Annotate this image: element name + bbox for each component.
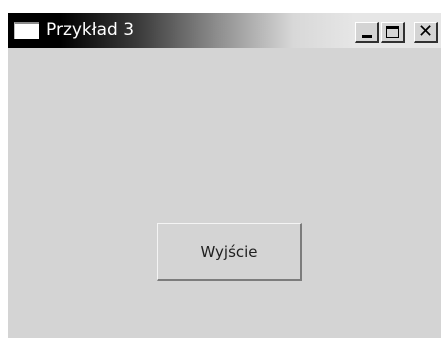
minimize-icon <box>362 35 372 38</box>
window-title: Przykład 3 <box>46 20 135 40</box>
client-area: Wyjście <box>8 48 441 338</box>
minimize-button[interactable] <box>355 22 379 43</box>
title-bar[interactable]: Przykład 3 ✕ <box>8 13 441 48</box>
close-icon: ✕ <box>417 21 434 42</box>
maximize-icon <box>386 26 399 38</box>
window-icon[interactable] <box>14 22 39 39</box>
application-window: Przykład 3 ✕ Wyjście <box>8 13 441 338</box>
close-button[interactable]: ✕ <box>414 21 438 43</box>
exit-button[interactable]: Wyjście <box>157 223 302 281</box>
maximize-button[interactable] <box>381 22 405 43</box>
